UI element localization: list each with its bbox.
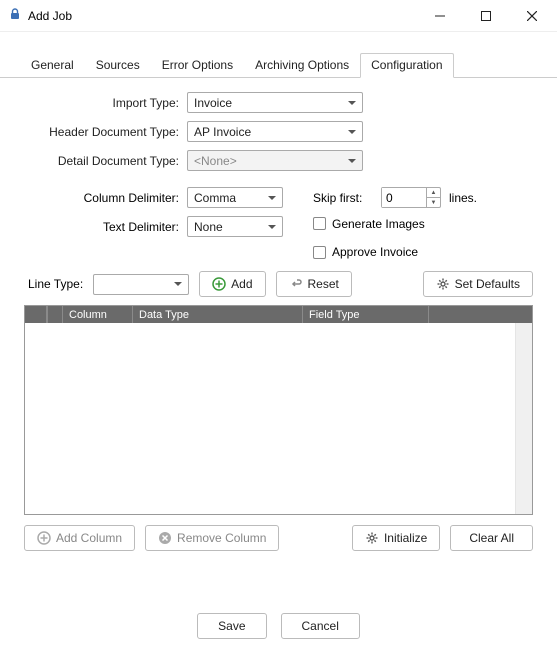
tab-configuration[interactable]: Configuration — [360, 53, 453, 78]
line-type-select[interactable] — [93, 274, 189, 295]
column-delimiter-value: Comma — [194, 191, 236, 205]
maximize-button[interactable] — [463, 0, 509, 32]
lock-icon — [8, 7, 22, 24]
titlebar: Add Job — [0, 0, 557, 32]
save-button-label: Save — [218, 619, 245, 633]
lines-label: lines. — [449, 191, 477, 205]
initialize-label: Initialize — [384, 531, 427, 545]
reset-button-label: Reset — [308, 277, 339, 291]
plus-grey-icon — [37, 531, 51, 545]
header-doctype-select[interactable]: AP Invoice — [187, 121, 363, 142]
table-header-spacer — [429, 306, 532, 323]
set-defaults-button-label: Set Defaults — [455, 277, 520, 291]
add-button-label: Add — [231, 277, 252, 291]
line-type-label: Line Type: — [28, 277, 83, 291]
text-delimiter-select[interactable]: None — [187, 216, 283, 237]
close-button[interactable] — [509, 0, 555, 32]
table-header-fieldtype[interactable]: Field Type — [303, 306, 429, 323]
generate-images-label: Generate Images — [332, 217, 425, 231]
skip-first-label: Skip first: — [313, 191, 373, 205]
text-delimiter-label: Text Delimiter: — [24, 220, 179, 234]
cancel-button[interactable]: Cancel — [281, 613, 360, 639]
columns-table: Column Data Type Field Type — [24, 305, 533, 515]
column-delimiter-select[interactable]: Comma — [187, 187, 283, 208]
table-header-column[interactable]: Column — [63, 306, 133, 323]
column-delimiter-label: Column Delimiter: — [24, 191, 179, 205]
spinner-up-icon[interactable]: ▲ — [427, 188, 440, 198]
table-header-rownum[interactable] — [25, 306, 47, 323]
detail-doctype-value: <None> — [194, 154, 237, 168]
tab-archiving-options[interactable]: Archiving Options — [244, 53, 360, 78]
initialize-button[interactable]: Initialize — [352, 525, 440, 551]
save-button[interactable]: Save — [197, 613, 266, 639]
spinner-down-icon[interactable]: ▼ — [427, 198, 440, 207]
tab-error-options[interactable]: Error Options — [151, 53, 244, 78]
table-header-marker[interactable] — [47, 306, 63, 323]
table-header-datatype[interactable]: Data Type — [133, 306, 303, 323]
table-scrollbar[interactable] — [515, 323, 532, 514]
tab-content: Import Type: Invoice Header Document Typ… — [0, 78, 557, 551]
text-delimiter-value: None — [194, 220, 223, 234]
header-doctype-value: AP Invoice — [194, 125, 251, 139]
tab-sources[interactable]: Sources — [85, 53, 151, 78]
minimize-button[interactable] — [417, 0, 463, 32]
approve-invoice-checkbox[interactable] — [313, 246, 326, 259]
plus-icon — [212, 277, 226, 291]
detail-doctype-label: Detail Document Type: — [24, 154, 179, 168]
skip-first-input[interactable] — [382, 188, 426, 207]
reset-button[interactable]: Reset — [276, 271, 352, 297]
detail-doctype-select[interactable]: <None> — [187, 150, 363, 171]
gear-icon — [436, 277, 450, 291]
import-type-label: Import Type: — [24, 96, 179, 110]
cancel-button-label: Cancel — [302, 619, 339, 633]
header-doctype-label: Header Document Type: — [24, 125, 179, 139]
tab-bar: General Sources Error Options Archiving … — [0, 32, 557, 78]
skip-first-spinners[interactable]: ▲ ▼ — [426, 188, 440, 207]
skip-first-stepper[interactable]: ▲ ▼ — [381, 187, 441, 208]
add-column-label: Add Column — [56, 531, 122, 545]
add-button[interactable]: Add — [199, 271, 265, 297]
window-title: Add Job — [28, 9, 417, 23]
set-defaults-button[interactable]: Set Defaults — [423, 271, 533, 297]
approve-invoice-label: Approve Invoice — [332, 245, 418, 259]
gear-icon-2 — [365, 531, 379, 545]
dialog-footer: Save Cancel — [0, 613, 557, 639]
table-header: Column Data Type Field Type — [25, 306, 532, 323]
import-type-value: Invoice — [194, 96, 232, 110]
clear-all-label: Clear All — [469, 531, 514, 545]
remove-column-button[interactable]: Remove Column — [145, 525, 279, 551]
undo-icon — [289, 277, 303, 291]
window-controls — [417, 0, 555, 31]
tab-general[interactable]: General — [20, 53, 85, 78]
generate-images-checkbox[interactable] — [313, 217, 326, 230]
x-grey-icon — [158, 531, 172, 545]
remove-column-label: Remove Column — [177, 531, 266, 545]
clear-all-button[interactable]: Clear All — [450, 525, 533, 551]
add-column-button[interactable]: Add Column — [24, 525, 135, 551]
import-type-select[interactable]: Invoice — [187, 92, 363, 113]
